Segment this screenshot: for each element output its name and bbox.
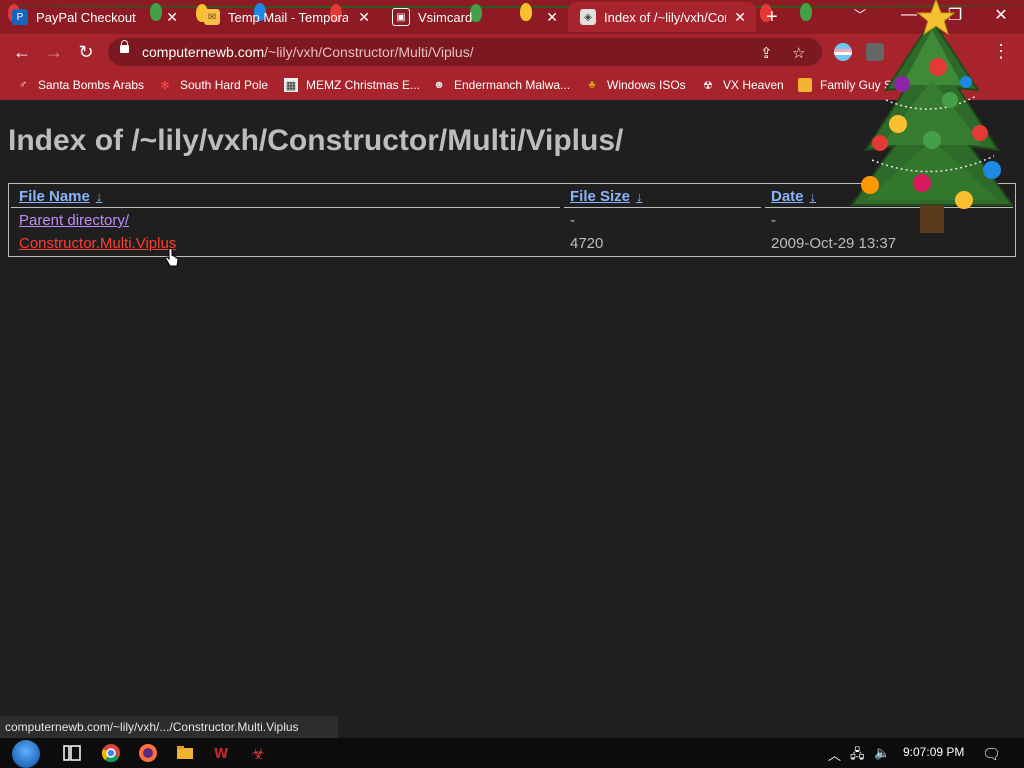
close-tab-icon[interactable]: ✕ [358,9,370,26]
new-tab-button[interactable]: + [766,7,778,27]
file-size-cell: 4720 [570,235,604,252]
biohazard-icon[interactable]: ☣ [249,743,269,763]
svg-text:W: W [214,747,228,762]
page-title: Index of /~lily/vxh/Constructor/Multi/Vi… [8,124,624,157]
table-row: Parent directory/ [19,212,129,229]
windows-taskbar: W ☣ ︿ 🖧 🔈 9:07:09 PM 🗨 [0,738,1024,768]
close-tab-icon[interactable]: ✕ [166,9,178,26]
folder-icon [798,78,812,92]
show-hidden-icons-icon[interactable]: ︿ [828,745,841,764]
volume-icon[interactable]: 🔈 [874,745,890,761]
start-button[interactable] [12,740,40,768]
bookmark-santa-bombs-arabs[interactable]: ♂ Santa Bombs Arabs [16,76,144,94]
tab-paypal[interactable]: P PayPal Checkout ✕ [0,2,188,32]
vx-icon: ☢ [703,79,713,92]
christmas-tree-decoration [850,0,1014,233]
firefox-icon[interactable] [138,743,158,763]
reload-icon[interactable]: ↻ [76,42,96,62]
status-bar-url: computernewb.com/~lily/vxh/.../Construct… [0,716,338,738]
file-size-cell: - [570,212,575,229]
column-header-file-size[interactable]: File Size ↓ [570,188,643,205]
tab-temp-mail[interactable]: ✉ Temp Mail - Tempora ✕ [192,2,380,32]
paypal-icon: P [12,9,28,25]
column-header-file-name[interactable]: File Name ↓ [19,188,102,205]
parent-directory-link[interactable]: Parent directory/ [19,212,129,229]
share-icon[interactable]: ⇪ [760,44,773,62]
network-icon[interactable]: 🖧 [850,745,865,767]
tab-vsimcard[interactable]: ▣ Vsimcard ✕ [380,2,568,32]
app-icon[interactable]: W [212,743,232,763]
bookmark-endermanch-malware[interactable]: ☻ Endermanch Malwa... [432,76,570,94]
address-bar[interactable]: computernewb.com/~lily/vxh/Constructor/M… [108,38,822,66]
bookmark-vx-heaven[interactable]: ☢ VX Heaven [701,76,784,94]
notifications-icon[interactable]: 🗨 [982,745,1001,763]
column-header-date[interactable]: Date ↓ [771,188,816,205]
bookmark-windows-isos[interactable]: ♣ Windows ISOs [585,76,685,94]
taskbar-clock[interactable]: 9:07:09 PM [903,745,964,759]
snowflake-icon: ✻ [160,79,170,92]
bookmark-south-hard-pole[interactable]: ✻ South Hard Pole [158,76,268,94]
task-view-icon[interactable] [62,743,82,763]
bookmark-memz-christmas[interactable]: ▦ MEMZ Christmas E... [284,76,420,94]
raccoon-icon: ☻ [433,79,445,91]
close-tab-icon[interactable]: ✕ [734,9,746,26]
forward-icon[interactable]: → [44,42,64,62]
santa-icon: ♂ [18,79,28,91]
simcard-icon: ▣ [392,8,410,26]
light-bulb-icon [800,3,812,21]
header-divider [564,207,761,208]
sort-arrow-icon: ↓ [809,189,817,204]
hand-cursor-icon [165,248,179,267]
chrome-icon[interactable] [101,743,121,763]
file-explorer-icon[interactable] [175,743,195,763]
lock-icon[interactable] [120,40,129,53]
sort-arrow-icon: ↓ [636,189,643,204]
header-divider [11,207,560,208]
bookmark-star-icon[interactable]: ☆ [792,44,805,62]
file-link-constructor-multi-viplus[interactable]: Constructor.Multi.Viplus [19,235,176,252]
sort-arrow-icon: ↓ [95,189,103,204]
table-row: Constructor.Multi.Viplus [19,235,176,252]
tab-index-of[interactable]: ◈ Index of /~lily/vxh/Con ✕ [568,2,756,32]
svg-text:☣: ☣ [251,744,265,763]
url-text[interactable]: computernewb.com/~lily/vxh/Constructor/M… [142,44,474,60]
close-tab-icon[interactable]: ✕ [546,9,558,26]
memz-icon: ▦ [284,78,298,92]
mail-icon: ✉ [204,9,220,25]
back-icon[interactable]: ← [12,42,32,62]
page-icon: ◈ [580,9,596,25]
buddha-icon: ♣ [588,79,596,91]
date-cell: - [771,212,776,229]
